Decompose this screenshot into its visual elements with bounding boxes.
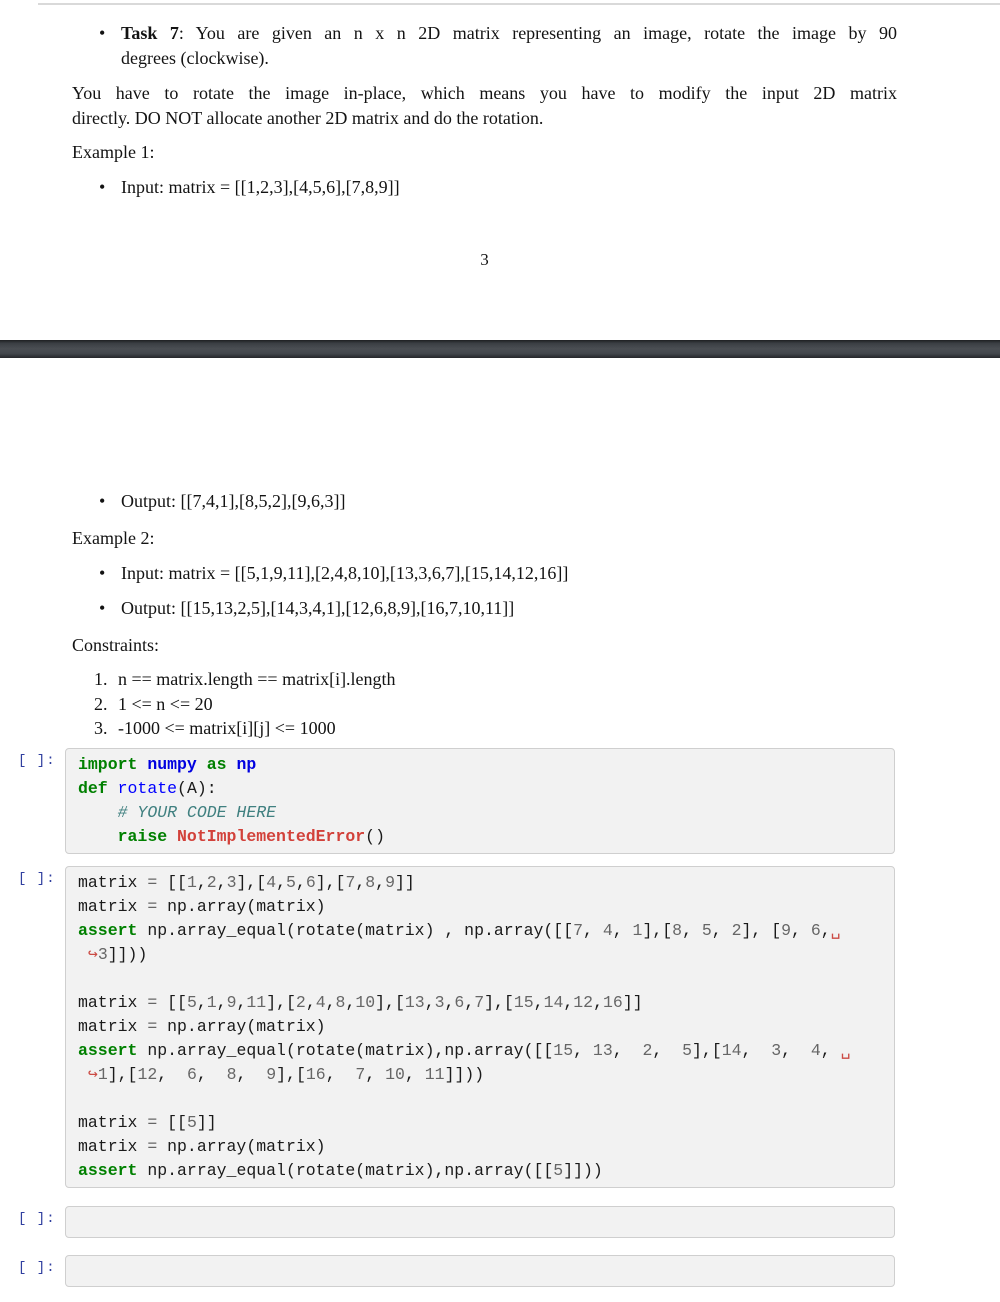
- code-cell-imports: [ ]: import numpy as np def rotate(A): # …: [18, 748, 895, 854]
- example2-output-item: • Output: [[15,13,2,5],[14,3,4,1],[12,6,…: [99, 596, 897, 621]
- code-lines: matrix = [[1,2,3],[4,5,6],[7,8,9]] matrix…: [78, 873, 851, 1180]
- paragraph-line2: directly. DO NOT allocate another 2D mat…: [72, 108, 544, 128]
- constraint-number: 3.: [94, 718, 108, 738]
- example1-input-item: • Input: matrix = [[1,2,3],[4,5,6],[7,8,…: [99, 175, 897, 200]
- example2-heading: Example 2:: [72, 528, 155, 548]
- bullet-icon: •: [99, 491, 106, 511]
- constraint-text: n == matrix.length == matrix[i].length: [118, 669, 396, 689]
- example2-input-text: Input: matrix = [[5,1,9,11],[2,4,8,10],[…: [121, 563, 569, 583]
- bullet-icon: •: [99, 23, 106, 43]
- constraint-item: 2. 1 <= n <= 20: [94, 692, 898, 717]
- constraint-item: 3. -1000 <= matrix[i][j] <= 1000: [94, 716, 898, 741]
- page-number: 3: [480, 250, 489, 269]
- pdf-page-3: • Task 7: You are given an n x n 2D matr…: [0, 0, 1000, 340]
- constraints-heading: Constraints:: [72, 635, 160, 655]
- task-text: : You are given an n x n 2D matrix repre…: [178, 23, 897, 43]
- cell-input-prompt: [ ]:: [18, 871, 56, 887]
- constraint-item: 1. n == matrix.length == matrix[i].lengt…: [94, 667, 898, 692]
- bullet-icon: •: [99, 563, 106, 583]
- code-cell-box: matrix = [[1,2,3],[4,5,6],[7,8,9]] matrix…: [65, 866, 895, 1188]
- pdf-page-4: • Output: [[7,4,1],[8,5,2],[9,6,3]] Exam…: [0, 358, 1000, 1302]
- example2-input-item: • Input: matrix = [[5,1,9,11],[2,4,8,10]…: [99, 561, 897, 586]
- code-cell-tests: [ ]: matrix = [[1,2,3],[4,5,6],[7,8,9]] m…: [18, 866, 895, 1188]
- cell-input-prompt: [ ]:: [18, 1260, 56, 1276]
- task-line1: Task 7: You are given an n x n 2D matrix…: [121, 21, 897, 46]
- task-paragraph: You have to rotate the image in-place, w…: [72, 81, 897, 131]
- constraint-number: 2.: [94, 694, 108, 714]
- bullet-icon: •: [99, 598, 106, 618]
- example1-input-text: Input: matrix = [[1,2,3],[4,5,6],[7,8,9]…: [121, 177, 400, 197]
- cell-input-prompt: [ ]:: [18, 1211, 56, 1227]
- example1-heading: Example 1:: [72, 142, 155, 162]
- example2-output-text: Output: [[15,13,2,5],[14,3,4,1],[12,6,8,…: [121, 598, 515, 618]
- constraint-number: 1.: [94, 669, 108, 689]
- pdf-document-view: • Task 7: You are given an n x n 2D matr…: [0, 0, 1000, 1302]
- cell-input-prompt: [ ]:: [18, 753, 56, 769]
- code-cell-box: [65, 1255, 895, 1287]
- code-cell-box: [65, 1206, 895, 1238]
- bullet-icon: •: [99, 177, 106, 197]
- task-line2: degrees (clockwise).: [121, 48, 269, 68]
- constraint-text: 1 <= n <= 20: [118, 694, 213, 714]
- page-separator-bar: [0, 340, 1000, 358]
- cutoff-cell-rule: [38, 3, 1000, 5]
- task-label: Task 7: [121, 23, 179, 43]
- code-cell-empty-1: [ ]:: [18, 1206, 895, 1238]
- paragraph-line1: You have to rotate the image in-place, w…: [72, 83, 897, 103]
- example1-output-item: • Output: [[7,4,1],[8,5,2],[9,6,3]]: [99, 489, 897, 514]
- example1-output-text: Output: [[7,4,1],[8,5,2],[9,6,3]]: [121, 491, 346, 511]
- constraint-text: -1000 <= matrix[i][j] <= 1000: [118, 718, 336, 738]
- code-cell-empty-2: [ ]:: [18, 1255, 895, 1287]
- code-lines: import numpy as np def rotate(A): # YOUR …: [78, 755, 385, 846]
- task-bullet-item: • Task 7: You are given an n x n 2D matr…: [99, 21, 897, 71]
- code-cell-box: import numpy as np def rotate(A): # YOUR …: [65, 748, 895, 854]
